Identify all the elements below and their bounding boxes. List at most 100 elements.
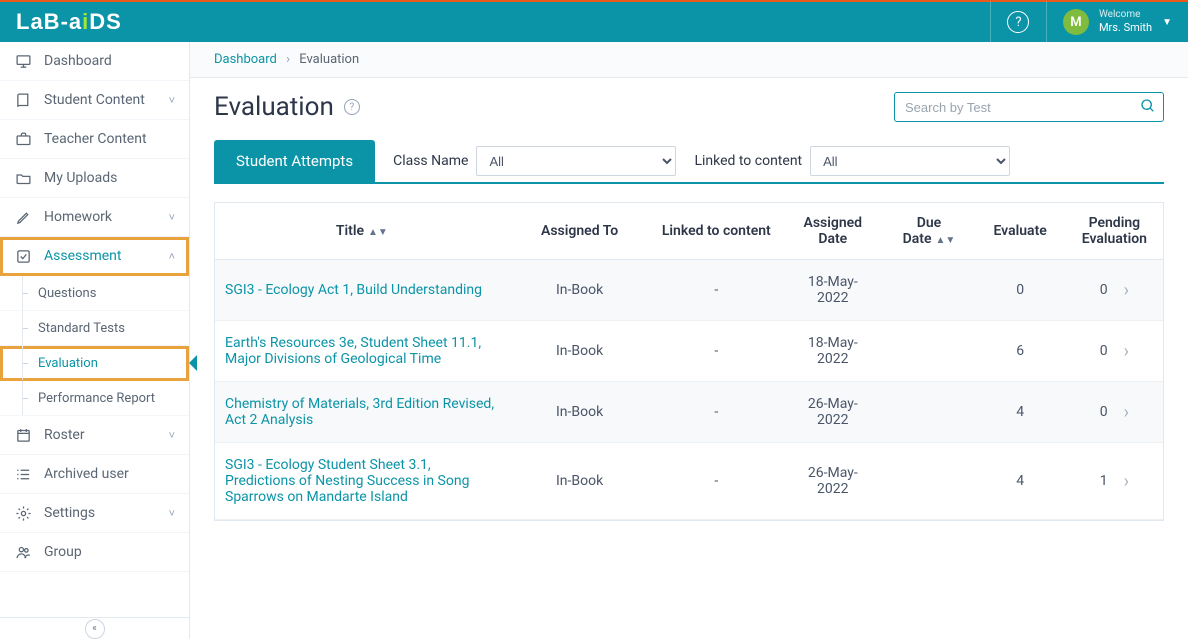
- col-header[interactable]: Due Date▲▼: [883, 203, 974, 260]
- sidebar-item-dashboard[interactable]: Dashboard: [0, 42, 189, 81]
- page-title: Evaluation ?: [214, 92, 360, 122]
- book-icon: [14, 92, 32, 109]
- cell-due: [883, 321, 974, 382]
- sidebar: DashboardStudent Content˅Teacher Content…: [0, 42, 190, 639]
- table-row: SGI3 - Ecology Student Sheet 3.1, Predic…: [215, 443, 1163, 520]
- cell-adate: 18-May-2022: [782, 321, 883, 382]
- cell-title[interactable]: SGI3 - Ecology Act 1, Build Understandin…: [215, 260, 509, 321]
- col-header[interactable]: Pending Evaluation: [1066, 203, 1163, 260]
- col-header[interactable]: Linked to content: [650, 203, 782, 260]
- search-icon[interactable]: [1140, 98, 1156, 114]
- collapse-button[interactable]: «: [85, 619, 105, 639]
- table-row: Earth's Resources 3e, Student Sheet 11.1…: [215, 321, 1163, 382]
- col-header[interactable]: Title▲▼: [215, 203, 509, 260]
- breadcrumb-current: Evaluation: [299, 52, 359, 67]
- users-icon: [14, 544, 32, 561]
- sidebar-item-my-uploads[interactable]: My Uploads: [0, 159, 189, 198]
- sort-icon: ▲▼: [936, 235, 956, 246]
- cell-adate: 26-May-2022: [782, 443, 883, 520]
- sidebar-item-label: Group: [44, 544, 82, 560]
- cell-assigned: In-Book: [509, 321, 651, 382]
- cell-linked: -: [650, 260, 782, 321]
- folder-open-icon: [14, 170, 32, 187]
- col-header[interactable]: Assigned Date: [782, 203, 883, 260]
- cell-due: [883, 443, 974, 520]
- briefcase-icon: [14, 131, 32, 148]
- checkbox-icon: [14, 248, 32, 265]
- sidebar-item-label: Homework: [44, 209, 112, 225]
- monitor-icon: [14, 53, 32, 70]
- user-menu[interactable]: M Welcome Mrs. Smith ▼: [1046, 1, 1188, 43]
- sidebar-collapse-bar: «: [0, 617, 189, 639]
- cell-linked: -: [650, 382, 782, 443]
- sidebar-item-label: Roster: [44, 427, 85, 443]
- cell-evaluate: 6: [975, 321, 1066, 382]
- chevron-right-icon: ›: [286, 52, 290, 67]
- chevron-right-icon[interactable]: ›: [1124, 341, 1129, 362]
- help-button[interactable]: ?: [990, 1, 1046, 43]
- sidebar-sub-questions[interactable]: Questions: [0, 276, 189, 311]
- class-select[interactable]: All: [476, 146, 676, 176]
- app-header: LaB-aiDS ? M Welcome Mrs. Smith ▼: [0, 0, 1188, 42]
- evaluation-table: Title▲▼Assigned ToLinked to contentAssig…: [214, 202, 1164, 521]
- calendar-icon: [14, 427, 32, 444]
- sidebar-item-label: Teacher Content: [44, 131, 147, 147]
- cell-title[interactable]: SGI3 - Ecology Student Sheet 3.1, Predic…: [215, 443, 509, 520]
- filter-class: Class Name All: [393, 146, 676, 176]
- cell-title[interactable]: Chemistry of Materials, 3rd Edition Revi…: [215, 382, 509, 443]
- search-input[interactable]: [894, 92, 1164, 122]
- avatar: M: [1063, 9, 1089, 35]
- tab-student-attempts[interactable]: Student Attempts: [214, 140, 375, 182]
- breadcrumb-root[interactable]: Dashboard: [214, 52, 277, 67]
- sidebar-item-label: My Uploads: [44, 170, 117, 186]
- cell-assigned: In-Book: [509, 382, 651, 443]
- cell-adate: 26-May-2022: [782, 382, 883, 443]
- sidebar-item-label: Archived user: [44, 466, 129, 482]
- col-header[interactable]: Evaluate: [975, 203, 1066, 260]
- brand-logo: LaB-aiDS: [16, 9, 122, 35]
- cell-adate: 18-May-2022: [782, 260, 883, 321]
- cell-pending: 0›: [1066, 260, 1163, 321]
- chevron-down-icon: ˅: [169, 211, 175, 224]
- sidebar-item-teacher-content[interactable]: Teacher Content: [0, 120, 189, 159]
- cell-evaluate: 4: [975, 443, 1066, 520]
- cell-evaluate: 4: [975, 382, 1066, 443]
- chevron-right-icon[interactable]: ›: [1124, 471, 1129, 492]
- title-help-icon[interactable]: ?: [344, 99, 360, 115]
- sidebar-item-settings[interactable]: Settings˅: [0, 494, 189, 533]
- sidebar-item-homework[interactable]: Homework ˅: [0, 198, 189, 237]
- cell-pending: 0›: [1066, 321, 1163, 382]
- sidebar-item-group[interactable]: Group: [0, 533, 189, 572]
- chevron-right-icon[interactable]: ›: [1124, 402, 1129, 423]
- search-wrap: [894, 92, 1164, 122]
- table-row: Chemistry of Materials, 3rd Edition Revi…: [215, 382, 1163, 443]
- caret-down-icon: ▼: [1162, 17, 1172, 28]
- cell-due: [883, 382, 974, 443]
- cell-due: [883, 260, 974, 321]
- sidebar-sub-evaluation[interactable]: Evaluation: [0, 346, 189, 381]
- cell-title[interactable]: Earth's Resources 3e, Student Sheet 11.1…: [215, 321, 509, 382]
- pencil-icon: [14, 209, 32, 226]
- help-icon: ?: [1007, 11, 1029, 33]
- sidebar-item-assessment[interactable]: Assessment˄: [0, 237, 189, 276]
- sidebar-item-label: Student Content: [44, 92, 145, 108]
- cell-evaluate: 0: [975, 260, 1066, 321]
- sidebar-item-student-content[interactable]: Student Content˅: [0, 81, 189, 120]
- chevron-right-icon[interactable]: ›: [1124, 280, 1129, 301]
- sidebar-item-archived-user[interactable]: Archived user: [0, 455, 189, 494]
- sidebar-item-label: Assessment: [44, 248, 121, 264]
- linked-select[interactable]: All: [810, 146, 1010, 176]
- sidebar-sub-performance-report[interactable]: Performance Report: [0, 381, 189, 416]
- cell-linked: -: [650, 321, 782, 382]
- cell-assigned: In-Book: [509, 443, 651, 520]
- cell-linked: -: [650, 443, 782, 520]
- page-header: Evaluation ?: [214, 92, 1164, 122]
- chevron-down-icon: ˅: [169, 429, 175, 442]
- sidebar-item-roster[interactable]: Roster ˅: [0, 416, 189, 455]
- sidebar-item-label: Settings: [44, 505, 95, 521]
- cell-assigned: In-Book: [509, 260, 651, 321]
- sort-icon: ▲▼: [368, 227, 388, 238]
- col-header[interactable]: Assigned To: [509, 203, 651, 260]
- sidebar-sub-standard-tests[interactable]: Standard Tests: [0, 311, 189, 346]
- gear-icon: [14, 505, 32, 522]
